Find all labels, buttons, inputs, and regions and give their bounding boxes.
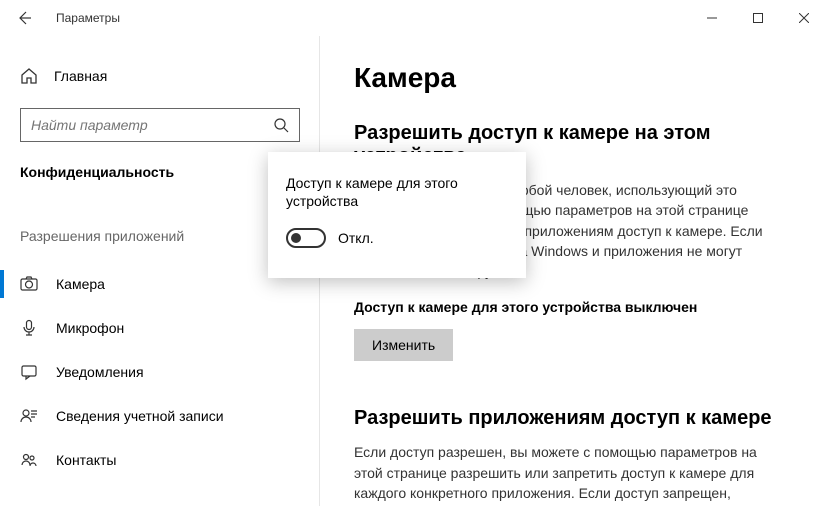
arrow-left-icon: [16, 10, 32, 26]
sidebar-item-account-info[interactable]: Сведения учетной записи: [0, 394, 320, 438]
section2-heading: Разрешить приложениям доступ к камере: [354, 407, 787, 430]
nav-label: Уведомления: [56, 364, 144, 380]
home-label: Главная: [54, 68, 107, 84]
window-title: Параметры: [56, 11, 689, 25]
home-link[interactable]: Главная: [20, 56, 300, 96]
section-title: Конфиденциальность: [20, 164, 300, 180]
popup-title: Доступ к камере для этого устройства: [286, 174, 508, 210]
window-controls: [689, 0, 827, 36]
toggle-label: Откл.: [338, 230, 374, 246]
nav-label: Микрофон: [56, 320, 124, 336]
nav-label: Сведения учетной записи: [56, 408, 224, 424]
contacts-icon: [20, 451, 38, 469]
maximize-icon: [753, 13, 763, 23]
nav-list: Камера Микрофон Уведомления Сведения уче…: [0, 262, 320, 482]
titlebar: Параметры: [0, 0, 827, 36]
camera-icon: [20, 275, 38, 293]
minimize-button[interactable]: [689, 0, 735, 36]
close-icon: [799, 13, 809, 23]
minimize-icon: [707, 13, 717, 23]
section2-body: Если доступ разрешен, вы можете с помощь…: [354, 442, 787, 506]
back-button[interactable]: [0, 0, 48, 36]
sidebar-item-contacts[interactable]: Контакты: [0, 438, 320, 482]
sidebar-item-notifications[interactable]: Уведомления: [0, 350, 320, 394]
close-button[interactable]: [781, 0, 827, 36]
nav-label: Камера: [56, 276, 105, 292]
camera-toggle[interactable]: [286, 228, 326, 248]
change-button[interactable]: Изменить: [354, 329, 453, 361]
nav-label: Контакты: [56, 452, 116, 468]
camera-access-popup: Доступ к камере для этого устройства Отк…: [268, 152, 526, 278]
notifications-icon: [20, 363, 38, 381]
toggle-knob: [291, 233, 301, 243]
search-box[interactable]: [20, 108, 300, 142]
microphone-icon: [20, 319, 38, 337]
search-icon: [273, 117, 289, 133]
toggle-row: Откл.: [286, 228, 508, 248]
camera-status: Доступ к камере для этого устройства вык…: [354, 299, 787, 315]
search-input[interactable]: [31, 117, 273, 133]
sidebar-item-microphone[interactable]: Микрофон: [0, 306, 320, 350]
page-title: Камера: [354, 62, 787, 94]
account-icon: [20, 407, 38, 425]
home-icon: [20, 67, 38, 85]
maximize-button[interactable]: [735, 0, 781, 36]
